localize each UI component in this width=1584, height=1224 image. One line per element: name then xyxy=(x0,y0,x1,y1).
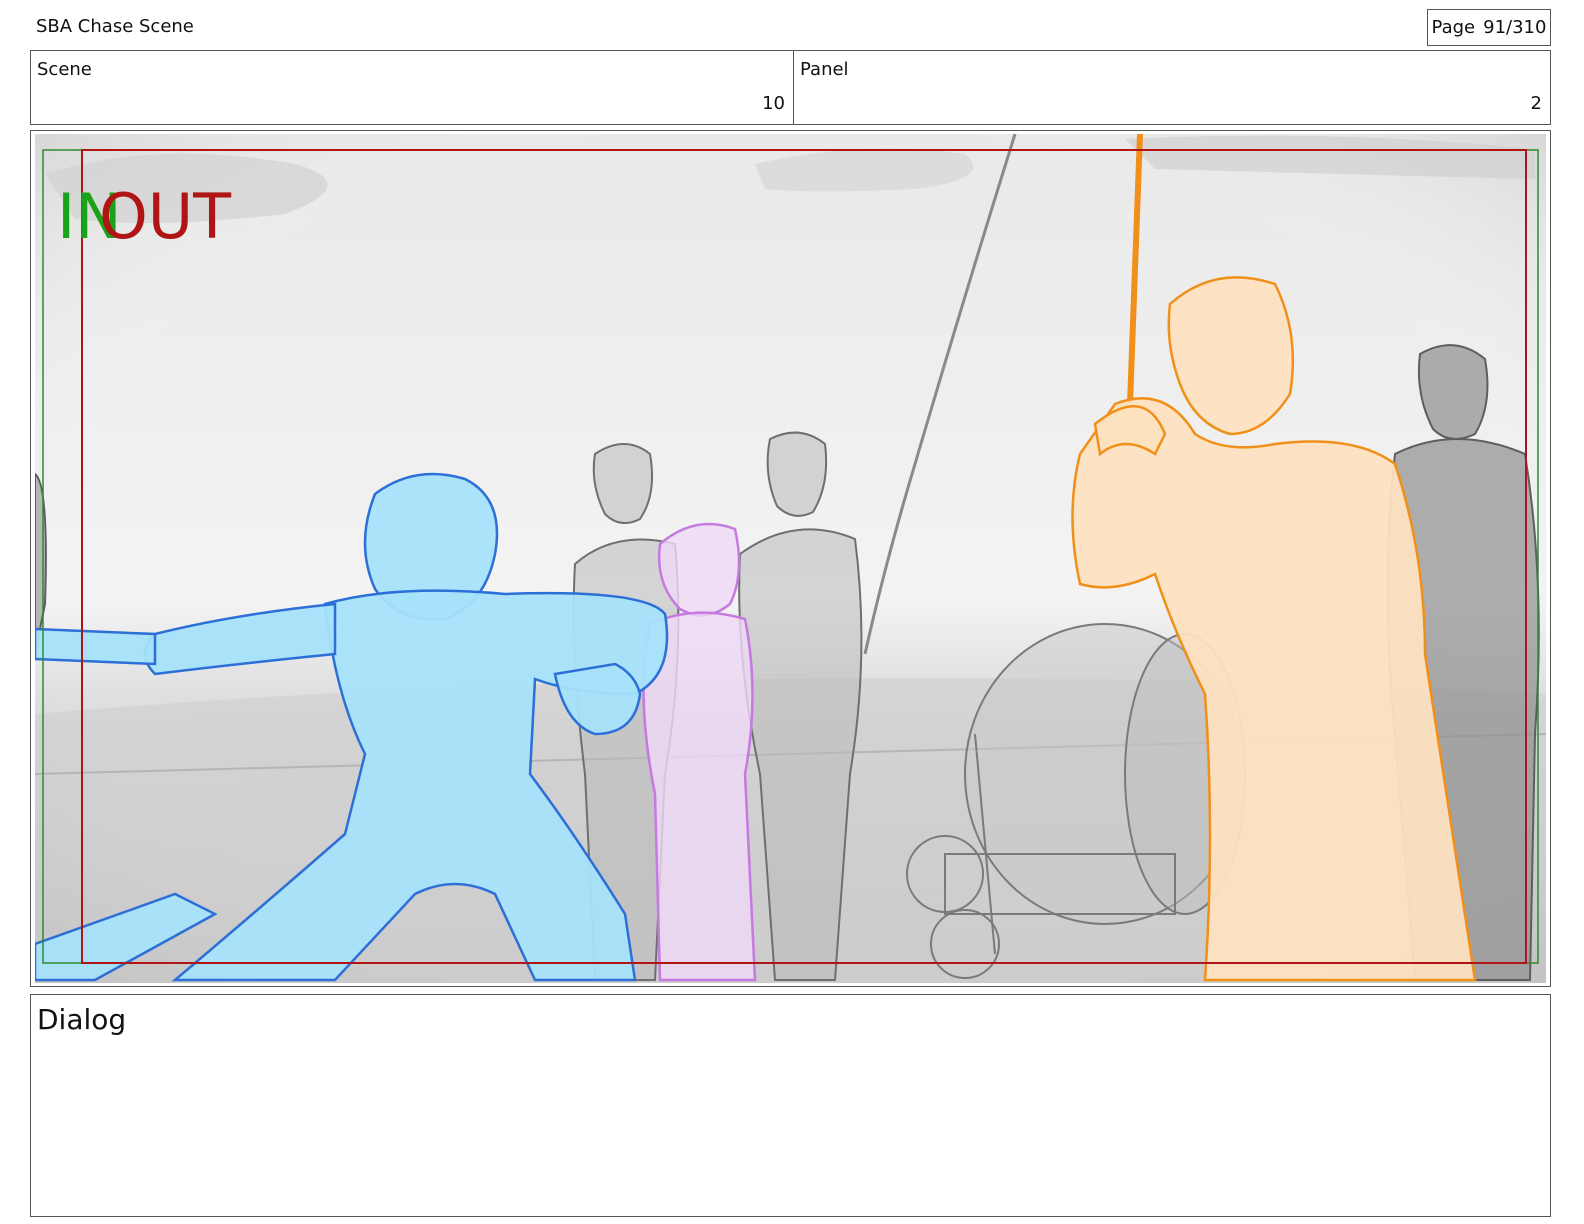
panel-label: Panel xyxy=(800,59,849,80)
scene-label: Scene xyxy=(37,59,92,80)
page-label: Page xyxy=(1431,17,1476,38)
scene-cell: Scene 10 xyxy=(31,51,794,124)
scene-number: 10 xyxy=(762,93,785,114)
out-marker: OUT xyxy=(99,180,232,253)
scene-panel-info: Scene 10 Panel 2 xyxy=(30,50,1551,125)
panel-number: 2 xyxy=(1530,93,1542,114)
storyboard-frame[interactable]: IN OUT xyxy=(30,130,1551,987)
storyboard-drawing: IN OUT xyxy=(35,134,1546,983)
dialog-box[interactable]: Dialog xyxy=(30,994,1551,1217)
project-title: SBA Chase Scene xyxy=(36,16,194,37)
dialog-label: Dialog xyxy=(37,1003,127,1036)
page-indicator: Page 91/310 xyxy=(1427,9,1551,46)
panel-cell: Panel 2 xyxy=(794,51,1550,124)
page-number: 91/310 xyxy=(1483,17,1547,38)
